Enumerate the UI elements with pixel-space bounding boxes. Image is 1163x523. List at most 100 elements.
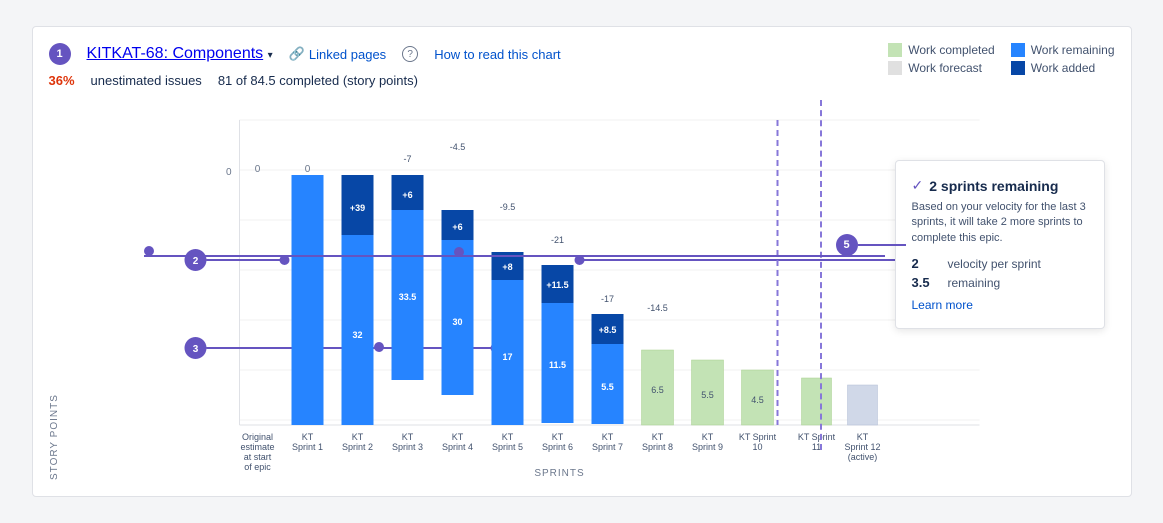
- svg-text:KT: KT: [601, 432, 613, 442]
- velocity-label: velocity per sprint: [948, 257, 1041, 271]
- step-5-container: 5: [836, 234, 906, 256]
- svg-text:+8.5: +8.5: [598, 325, 616, 335]
- completed-stats: 81 of 84.5 completed (story points): [218, 73, 418, 88]
- legend-work-added: Work added: [1011, 61, 1115, 75]
- svg-text:estimate: estimate: [240, 442, 274, 452]
- svg-text:Sprint 8: Sprint 8: [641, 442, 672, 452]
- svg-text:+11.5: +11.5: [546, 280, 568, 290]
- svg-text:Sprint 2: Sprint 2: [341, 442, 372, 452]
- svg-text:at start: at start: [243, 452, 271, 462]
- linked-pages-link[interactable]: 🔗 Linked pages: [289, 46, 387, 62]
- sprint-tooltip-panel: 5 ✓ 2 sprints remaining Based on your ve…: [895, 160, 1105, 329]
- svg-text:SPRINTS: SPRINTS: [534, 468, 584, 479]
- svg-text:+8: +8: [502, 262, 512, 272]
- dashed-separator: [820, 100, 822, 450]
- svg-text:+6: +6: [402, 190, 412, 200]
- svg-text:KT: KT: [301, 432, 313, 442]
- svg-text:Sprint 12: Sprint 12: [844, 442, 880, 452]
- legend-color-completed: [888, 43, 902, 57]
- svg-text:-21: -21: [550, 235, 563, 245]
- svg-text:KT: KT: [401, 432, 413, 442]
- svg-text:10: 10: [752, 442, 762, 452]
- legend-label-completed: Work completed: [908, 43, 994, 57]
- step-1-badge: 1: [49, 43, 71, 65]
- svg-text:11.5: 11.5: [548, 360, 565, 370]
- svg-text:(active): (active): [847, 452, 877, 462]
- svg-text:Sprint 6: Sprint 6: [541, 442, 572, 452]
- legend-work-completed: Work completed: [888, 43, 994, 57]
- svg-text:0: 0: [225, 167, 231, 178]
- legend-label-added: Work added: [1031, 61, 1095, 75]
- svg-text:-14.5: -14.5: [647, 303, 668, 313]
- guide-dot-2-left: [144, 246, 154, 256]
- step-5-line: [858, 244, 906, 246]
- legend-label-remaining: Work remaining: [1031, 43, 1115, 57]
- svg-text:Sprint 5: Sprint 5: [491, 442, 522, 452]
- metric-remaining: 3.5 remaining: [912, 275, 1088, 290]
- learn-more-link[interactable]: Learn more: [912, 298, 1088, 312]
- svg-text:+6: +6: [452, 222, 462, 232]
- remaining-label: remaining: [948, 276, 1001, 290]
- sprints-remaining-title: 2 sprints remaining: [929, 178, 1058, 194]
- svg-text:Sprint 1: Sprint 1: [291, 442, 322, 452]
- svg-text:-9.5: -9.5: [499, 202, 515, 212]
- sprint-header: ✓ 2 sprints remaining: [912, 177, 1088, 194]
- svg-text:-7: -7: [403, 154, 411, 164]
- svg-text:-4.5: -4.5: [449, 142, 465, 152]
- svg-text:Sprint 3: Sprint 3: [391, 442, 422, 452]
- svg-text:6.5: 6.5: [651, 385, 664, 395]
- epic-link[interactable]: KITKAT-68: Components: [87, 45, 264, 62]
- chart-legend: Work completed Work remaining Work forec…: [888, 43, 1114, 75]
- svg-text:0: 0: [304, 164, 310, 175]
- dropdown-arrow[interactable]: ▾: [268, 50, 273, 61]
- svg-text:17: 17: [502, 352, 512, 362]
- svg-text:32: 32: [352, 330, 362, 340]
- svg-text:-17: -17: [600, 294, 613, 304]
- legend-work-remaining: Work remaining: [1011, 43, 1115, 57]
- main-container: 1 KITKAT-68: Components ▾ 🔗 Linked pages…: [32, 26, 1132, 497]
- svg-text:Sprint 9: Sprint 9: [691, 442, 722, 452]
- svg-text:Original: Original: [241, 432, 272, 442]
- how-to-link[interactable]: How to read this chart: [434, 47, 560, 62]
- svg-text:KT: KT: [501, 432, 513, 442]
- svg-text:KT: KT: [451, 432, 463, 442]
- check-icon: ✓: [912, 177, 924, 194]
- step-5-badge: 5: [836, 234, 858, 256]
- svg-text:33.5: 33.5: [398, 292, 416, 302]
- tooltip-metrics: 2 velocity per sprint 3.5 remaining: [912, 256, 1088, 290]
- svg-text:4.5: 4.5: [751, 395, 764, 405]
- svg-text:of epic: of epic: [244, 462, 271, 472]
- metric-velocity: 2 velocity per sprint: [912, 256, 1088, 271]
- tooltip-description: Based on your velocity for the last 3 sp…: [912, 200, 1088, 246]
- unestimated-percent: 36%: [49, 73, 75, 88]
- svg-text:30: 30: [452, 317, 462, 327]
- svg-text:0: 0: [254, 164, 260, 175]
- chart-section: STORY POINTS: [49, 100, 1115, 480]
- svg-text:5.5: 5.5: [601, 382, 614, 392]
- info-icon[interactable]: ?: [402, 46, 418, 62]
- guide-dot-4-left: [454, 247, 464, 257]
- stats-row: 36% unestimated issues 81 of 84.5 comple…: [49, 73, 1115, 88]
- legend-color-added: [1011, 61, 1025, 75]
- legend-color-remaining: [1011, 43, 1025, 57]
- svg-text:KT Sprint: KT Sprint: [738, 432, 776, 442]
- remaining-num: 3.5: [912, 275, 940, 290]
- svg-text:Sprint 7: Sprint 7: [591, 442, 622, 452]
- velocity-num: 2: [912, 256, 940, 271]
- legend-label-forecast: Work forecast: [908, 61, 982, 75]
- unestimated-label: unestimated issues: [91, 73, 202, 88]
- svg-text:KT: KT: [701, 432, 713, 442]
- svg-text:Sprint 4: Sprint 4: [441, 442, 472, 452]
- svg-text:2: 2: [192, 256, 198, 267]
- epic-label: KITKAT-68: Components ▾: [87, 45, 273, 63]
- svg-text:KT: KT: [651, 432, 663, 442]
- link-icon: 🔗: [289, 46, 305, 62]
- svg-text:5.5: 5.5: [701, 390, 714, 400]
- svg-text:KT: KT: [351, 432, 363, 442]
- chart-container: 0 2 3 4 0: [64, 100, 1115, 480]
- svg-text:3: 3: [192, 344, 198, 355]
- legend-color-forecast: [888, 61, 902, 75]
- y-axis-label: STORY POINTS: [49, 100, 60, 480]
- svg-text:KT: KT: [856, 432, 868, 442]
- guide-line-4: [454, 255, 885, 257]
